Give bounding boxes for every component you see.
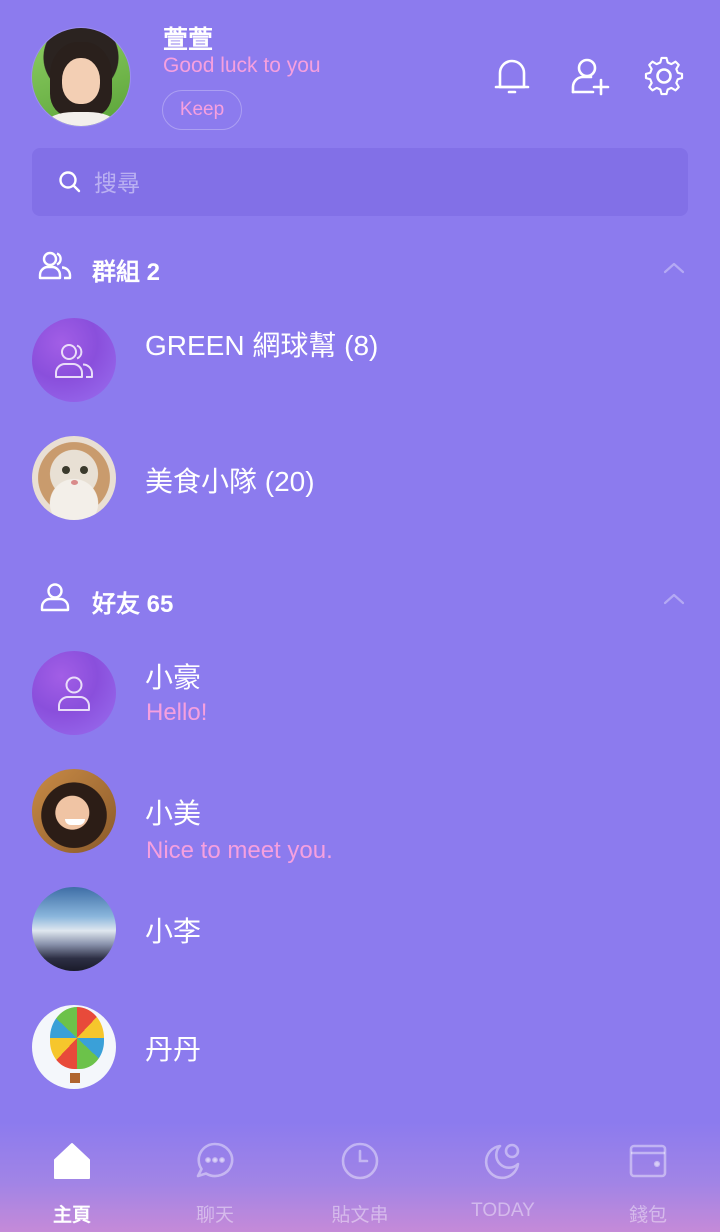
- friend-name[interactable]: 丹丹: [145, 1028, 201, 1068]
- friend-name[interactable]: 小李: [145, 910, 201, 950]
- friend-avatar-woman-photo[interactable]: [32, 769, 116, 853]
- nav-label-today: TODAY: [471, 1200, 535, 1221]
- friend-avatar-default[interactable]: [32, 651, 116, 735]
- add-friend-icon[interactable]: [569, 54, 613, 98]
- search-icon: [59, 171, 81, 193]
- home-icon: [54, 1143, 90, 1179]
- group-avatar-default[interactable]: [32, 318, 116, 402]
- chat-icon: [196, 1142, 234, 1178]
- nav-label-chat: 聊天: [195, 1205, 234, 1226]
- profile-avatar[interactable]: [32, 28, 130, 126]
- nav-label-home: 主頁: [52, 1205, 91, 1226]
- profile-name[interactable]: 萱萱: [163, 20, 213, 56]
- groups-section-label[interactable]: 群組 2: [92, 252, 160, 287]
- nav-tab-timeline[interactable]: 貼文串: [305, 1140, 415, 1230]
- group-name[interactable]: GREEN 網球幫 (8): [145, 324, 378, 364]
- group-name[interactable]: 美食小隊 (20): [145, 460, 315, 500]
- friend-avatar-balloon-photo[interactable]: [32, 1005, 116, 1089]
- friends-section-label[interactable]: 好友 65: [92, 584, 173, 619]
- nav-label-wallet: 錢包: [628, 1205, 667, 1226]
- keep-button[interactable]: Keep: [162, 90, 242, 130]
- friend-status-message: Nice to meet you.: [146, 837, 333, 864]
- nav-tab-home[interactable]: 主頁: [17, 1140, 127, 1230]
- nav-tab-today[interactable]: TODAY: [448, 1140, 558, 1230]
- bell-icon[interactable]: [490, 54, 534, 98]
- nav-tab-chat[interactable]: 聊天: [160, 1140, 270, 1230]
- group-avatar-cat-photo[interactable]: [32, 436, 116, 520]
- friend-name[interactable]: 小豪: [145, 656, 201, 696]
- friend-avatar-sky-photo[interactable]: [32, 887, 116, 971]
- profile-status-message[interactable]: Good luck to you: [163, 54, 321, 78]
- nav-tab-wallet[interactable]: 錢包: [593, 1140, 703, 1230]
- nav-label-timeline: 貼文串: [331, 1205, 389, 1226]
- friends-collapse-chevron-icon[interactable]: [662, 587, 686, 611]
- friend-section-icon: [40, 583, 70, 612]
- friend-name[interactable]: 小美: [145, 792, 201, 832]
- search-input[interactable]: [92, 164, 656, 202]
- default-group-icon: [55, 344, 93, 378]
- friend-status-message: Hello!: [146, 699, 208, 726]
- wallet-icon: [629, 1144, 667, 1178]
- clock-icon: [341, 1142, 379, 1180]
- group-section-icon: [38, 251, 72, 280]
- groups-collapse-chevron-icon[interactable]: [662, 256, 686, 280]
- today-icon: [484, 1143, 520, 1180]
- default-user-icon: [58, 676, 90, 711]
- search-bar[interactable]: [32, 148, 688, 216]
- settings-icon[interactable]: [642, 54, 686, 98]
